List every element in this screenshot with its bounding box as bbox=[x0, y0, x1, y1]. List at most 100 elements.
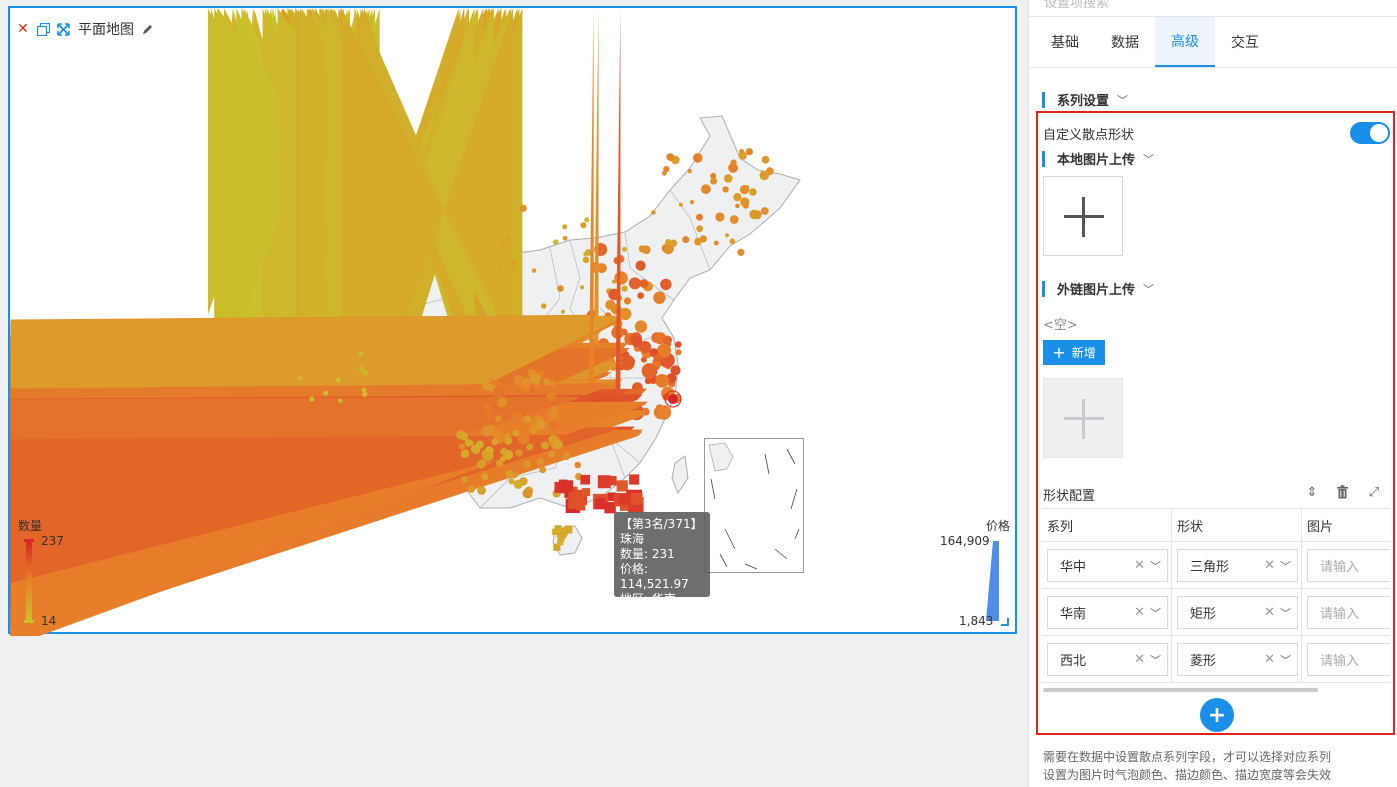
scatter-point[interactable] bbox=[536, 457, 545, 466]
clear-icon[interactable]: ✕ bbox=[1264, 558, 1275, 573]
scatter-point[interactable] bbox=[749, 209, 759, 220]
scatter-point[interactable] bbox=[670, 365, 681, 376]
clear-icon[interactable]: ✕ bbox=[1134, 652, 1145, 667]
scatter-point[interactable] bbox=[500, 243, 505, 248]
scatter-point[interactable] bbox=[689, 200, 695, 205]
scatter-point[interactable] bbox=[523, 415, 532, 424]
scatter-point[interactable] bbox=[461, 475, 468, 483]
scatter-point[interactable] bbox=[572, 495, 581, 504]
scatter-point[interactable] bbox=[496, 459, 504, 467]
scatter-point[interactable] bbox=[541, 441, 549, 450]
clear-icon[interactable]: ✕ bbox=[1134, 558, 1145, 573]
scatter-point[interactable] bbox=[519, 477, 528, 486]
scatter-point[interactable] bbox=[515, 449, 523, 457]
scatter-point[interactable] bbox=[729, 238, 736, 245]
scatter-point[interactable] bbox=[606, 302, 614, 310]
scatter-point[interactable] bbox=[554, 440, 563, 449]
shape-select[interactable]: 三角形 ✕ ﹀ bbox=[1177, 548, 1298, 582]
scatter-point[interactable] bbox=[361, 387, 367, 393]
scatter-point[interactable] bbox=[531, 268, 537, 273]
scatter-point[interactable] bbox=[740, 197, 750, 207]
scatter-point[interactable] bbox=[358, 351, 364, 357]
scatter-point[interactable] bbox=[481, 473, 489, 481]
scatter-point[interactable] bbox=[663, 166, 670, 173]
scatter-point[interactable] bbox=[335, 377, 341, 383]
scatter-point[interactable] bbox=[499, 234, 505, 240]
scatter-point[interactable] bbox=[640, 356, 647, 363]
scatter-point[interactable] bbox=[669, 239, 678, 248]
scatter-point[interactable] bbox=[735, 203, 740, 209]
add-row-button[interactable]: + bbox=[1200, 698, 1234, 732]
scatter-point[interactable] bbox=[656, 405, 672, 420]
scatter-point[interactable] bbox=[580, 474, 590, 485]
scatter-point[interactable] bbox=[476, 459, 486, 469]
series-settings-header[interactable]: 系列设置 ﹀ bbox=[1042, 90, 1128, 109]
scatter-point[interactable] bbox=[512, 265, 518, 270]
scatter-point[interactable] bbox=[526, 443, 534, 451]
scatter-point[interactable] bbox=[485, 411, 494, 421]
scatter-point[interactable] bbox=[558, 479, 568, 488]
map-card[interactable]: ✕ 平面地图 数量 237 14 价格 164,909 1,843 【第3名/3… bbox=[8, 6, 1019, 636]
scatter-point[interactable] bbox=[492, 386, 505, 399]
china-map[interactable] bbox=[10, 8, 1019, 636]
local-image-upload[interactable] bbox=[1043, 176, 1123, 256]
scatter-point[interactable] bbox=[511, 412, 523, 424]
scatter-point[interactable] bbox=[460, 449, 470, 459]
scatter-point[interactable] bbox=[580, 222, 587, 229]
scatter-point[interactable] bbox=[574, 461, 581, 469]
scatter-point[interactable] bbox=[668, 394, 678, 404]
scatter-point[interactable] bbox=[682, 236, 690, 244]
scatter-point[interactable] bbox=[546, 391, 557, 401]
scatter-point[interactable] bbox=[550, 405, 558, 413]
scatter-point[interactable] bbox=[512, 260, 517, 265]
scatter-point[interactable] bbox=[710, 172, 717, 179]
scatter-point[interactable] bbox=[615, 8, 621, 403]
scatter-point[interactable] bbox=[696, 213, 703, 221]
scatter-point[interactable] bbox=[477, 486, 486, 495]
scatter-point[interactable] bbox=[749, 188, 757, 196]
scatter-point[interactable] bbox=[630, 493, 643, 505]
scatter-point[interactable] bbox=[338, 398, 343, 404]
scatter-point[interactable] bbox=[628, 277, 641, 290]
scatter-point[interactable] bbox=[675, 341, 682, 348]
scatter-point[interactable] bbox=[557, 539, 564, 546]
scatter-point[interactable] bbox=[675, 349, 682, 356]
series-select[interactable]: 华中 ✕ ﹀ bbox=[1047, 548, 1168, 582]
scatter-point[interactable] bbox=[464, 439, 473, 447]
scatter-point[interactable] bbox=[687, 169, 692, 174]
scatter-point[interactable] bbox=[485, 383, 493, 391]
image-input[interactable]: 请输入 bbox=[1307, 548, 1390, 582]
scatter-point[interactable] bbox=[511, 471, 518, 479]
scatter-point[interactable] bbox=[651, 210, 656, 215]
scatter-point[interactable] bbox=[729, 215, 739, 224]
scatter-point[interactable] bbox=[485, 452, 494, 461]
scatter-point[interactable] bbox=[358, 366, 365, 372]
scatter-point[interactable] bbox=[739, 184, 750, 195]
scatter-point[interactable] bbox=[495, 415, 502, 422]
scatter-point[interactable] bbox=[467, 485, 476, 493]
scatter-point[interactable] bbox=[631, 336, 643, 348]
scatter-point[interactable] bbox=[539, 466, 547, 474]
scatter-point[interactable] bbox=[745, 148, 754, 156]
scatter-point[interactable] bbox=[616, 480, 628, 492]
scatter-point[interactable] bbox=[560, 528, 568, 536]
image-input[interactable]: 请输入 bbox=[1307, 642, 1390, 676]
scatter-point[interactable] bbox=[634, 320, 648, 333]
series-select[interactable]: 华南 ✕ ﹀ bbox=[1047, 595, 1168, 629]
scatter-point[interactable] bbox=[562, 224, 568, 230]
scatter-point[interactable] bbox=[548, 450, 556, 458]
tab-advanced[interactable]: 高级 bbox=[1155, 17, 1215, 67]
scatter-point[interactable] bbox=[323, 390, 329, 396]
scatter-point[interactable] bbox=[498, 264, 502, 269]
scatter-point[interactable] bbox=[724, 174, 733, 183]
scatter-point[interactable] bbox=[725, 233, 729, 238]
scatter-point[interactable] bbox=[580, 285, 585, 290]
scatter-point[interactable] bbox=[529, 373, 541, 385]
scatter-point[interactable] bbox=[535, 419, 546, 430]
scatter-point[interactable] bbox=[491, 429, 500, 438]
scatter-point[interactable] bbox=[655, 374, 670, 388]
table-horizontal-scrollbar[interactable] bbox=[1043, 688, 1318, 692]
scatter-point[interactable] bbox=[562, 235, 568, 241]
scatter-point[interactable] bbox=[481, 425, 492, 437]
scatter-point[interactable] bbox=[653, 354, 662, 363]
